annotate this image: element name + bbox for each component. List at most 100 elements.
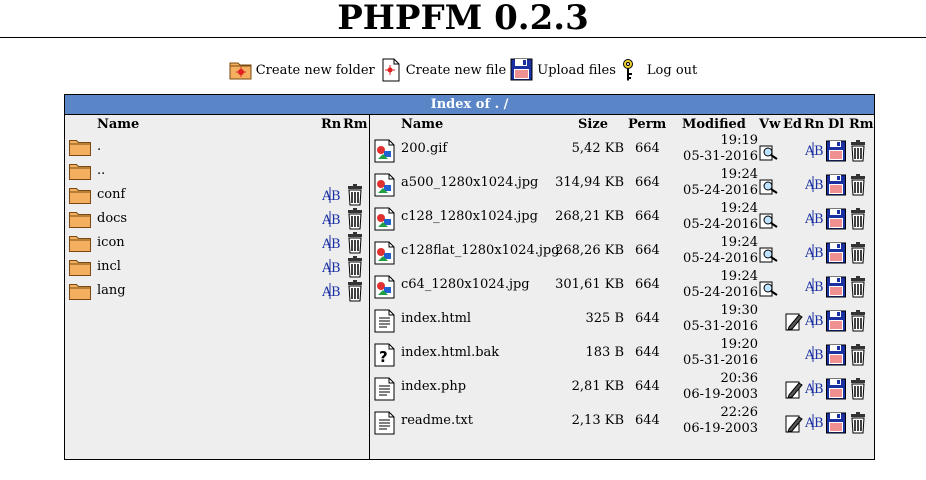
- dir-name-header: Name: [97, 117, 140, 132]
- trash-icon[interactable]: [345, 184, 365, 206]
- trash-icon[interactable]: [848, 378, 868, 400]
- svg-text:B: B: [814, 348, 824, 363]
- view-icon[interactable]: [759, 140, 779, 162]
- image-file-icon[interactable]: [374, 139, 396, 163]
- file-modified: 19:20 05-31-2016: [674, 337, 758, 369]
- download-icon[interactable]: [826, 242, 846, 264]
- rename-icon[interactable]: AB: [804, 276, 825, 298]
- file-name[interactable]: readme.txt: [401, 413, 473, 428]
- trash-icon[interactable]: [848, 208, 868, 230]
- directory-name[interactable]: conf: [97, 187, 125, 202]
- rename-icon[interactable]: AB: [321, 257, 342, 277]
- trash-icon[interactable]: [345, 232, 365, 254]
- file-name[interactable]: a500_1280x1024.jpg: [401, 175, 538, 190]
- trash-icon[interactable]: [848, 344, 868, 366]
- trash-icon[interactable]: [345, 256, 365, 278]
- download-icon[interactable]: [826, 276, 846, 298]
- rename-icon[interactable]: AB: [804, 378, 825, 400]
- rename-icon[interactable]: AB: [321, 233, 342, 253]
- view-icon[interactable]: [759, 242, 779, 264]
- logout-label: Log out: [646, 63, 698, 78]
- trash-icon[interactable]: [345, 280, 365, 302]
- rename-icon[interactable]: AB: [321, 209, 342, 229]
- folder-icon[interactable]: [69, 282, 91, 300]
- text-file-icon[interactable]: [374, 377, 396, 401]
- file-modified: 19:24 05-24-2016: [674, 269, 758, 301]
- edit-icon[interactable]: [784, 412, 804, 434]
- image-file-icon[interactable]: [374, 275, 396, 299]
- upload-files-label: Upload files: [537, 63, 616, 78]
- file-name[interactable]: 200.gif: [401, 141, 447, 156]
- create-file-link[interactable]: Create new file: [379, 58, 506, 82]
- download-icon[interactable]: [826, 412, 846, 434]
- download-icon[interactable]: [826, 344, 846, 366]
- directory-row: icon A B: [69, 232, 367, 256]
- folder-icon[interactable]: [69, 162, 91, 180]
- download-icon[interactable]: [826, 174, 846, 196]
- file-name[interactable]: c128_1280x1024.jpg: [401, 209, 538, 224]
- svg-text:B: B: [331, 261, 341, 276]
- rename-icon[interactable]: AB: [804, 208, 825, 230]
- folder-icon[interactable]: [69, 258, 91, 276]
- rename-icon[interactable]: AB: [321, 281, 342, 301]
- folder-icon[interactable]: [69, 138, 91, 156]
- file-ed-header: Ed: [783, 117, 802, 132]
- rename-icon[interactable]: AB: [804, 412, 825, 434]
- file-modified: 19:19 05-31-2016: [674, 133, 758, 165]
- trash-icon[interactable]: [848, 242, 868, 264]
- view-icon[interactable]: [759, 208, 779, 230]
- trash-icon[interactable]: [848, 140, 868, 162]
- rename-icon[interactable]: AB: [804, 344, 825, 366]
- directory-name[interactable]: docs: [97, 211, 127, 226]
- folder-icon[interactable]: [69, 210, 91, 228]
- text-file-icon[interactable]: [374, 411, 396, 435]
- download-icon[interactable]: [826, 310, 846, 332]
- trash-icon[interactable]: [848, 310, 868, 332]
- image-file-icon[interactable]: [374, 173, 396, 197]
- view-icon[interactable]: [759, 174, 779, 196]
- svg-text:B: B: [814, 246, 824, 261]
- file-name[interactable]: index.html.bak: [401, 345, 499, 360]
- directory-name[interactable]: icon: [97, 235, 125, 250]
- directory-name[interactable]: lang: [97, 283, 126, 298]
- file-name-header: Name: [401, 117, 444, 132]
- image-file-icon[interactable]: [374, 241, 396, 265]
- file-vw-header: Vw: [759, 117, 781, 132]
- image-file-icon[interactable]: [374, 207, 396, 231]
- logout-link[interactable]: Log out: [620, 58, 697, 82]
- file-permissions: 644: [635, 345, 660, 360]
- rename-icon[interactable]: AB: [804, 242, 825, 264]
- directory-name[interactable]: .: [97, 139, 101, 154]
- unknown-file-icon[interactable]: ?: [374, 343, 396, 367]
- file-name[interactable]: index.html: [401, 311, 471, 326]
- rename-icon[interactable]: AB: [804, 310, 825, 332]
- file-rm-header: Rm: [849, 117, 874, 132]
- trash-icon[interactable]: [848, 412, 868, 434]
- rename-icon[interactable]: AB: [804, 140, 825, 162]
- edit-icon[interactable]: [784, 310, 804, 332]
- file-size: 301,61 KB: [555, 277, 624, 292]
- create-folder-link[interactable]: Create new folder: [229, 58, 375, 82]
- folder-icon[interactable]: [69, 234, 91, 252]
- view-icon[interactable]: [759, 276, 779, 298]
- trash-icon[interactable]: [848, 276, 868, 298]
- rename-icon[interactable]: AB: [804, 174, 825, 196]
- upload-files-link[interactable]: Upload files: [510, 58, 616, 82]
- text-file-icon[interactable]: [374, 309, 396, 333]
- file-name[interactable]: index.php: [401, 379, 466, 394]
- download-icon[interactable]: [826, 378, 846, 400]
- download-icon[interactable]: [826, 208, 846, 230]
- file-name[interactable]: c128flat_1280x1024.jpg: [401, 243, 560, 258]
- download-icon[interactable]: [826, 140, 846, 162]
- svg-text:B: B: [814, 212, 824, 227]
- trash-icon[interactable]: [848, 174, 868, 196]
- directory-name[interactable]: ..: [97, 163, 105, 178]
- directory-name[interactable]: incl: [97, 259, 121, 274]
- folder-icon[interactable]: [69, 186, 91, 204]
- file-name[interactable]: c64_1280x1024.jpg: [401, 277, 530, 292]
- directory-row: .: [69, 136, 367, 160]
- edit-icon[interactable]: [784, 378, 804, 400]
- trash-icon[interactable]: [345, 208, 365, 230]
- rename-icon[interactable]: AB: [321, 185, 342, 205]
- modified-date: 05-31-2016: [683, 149, 758, 164]
